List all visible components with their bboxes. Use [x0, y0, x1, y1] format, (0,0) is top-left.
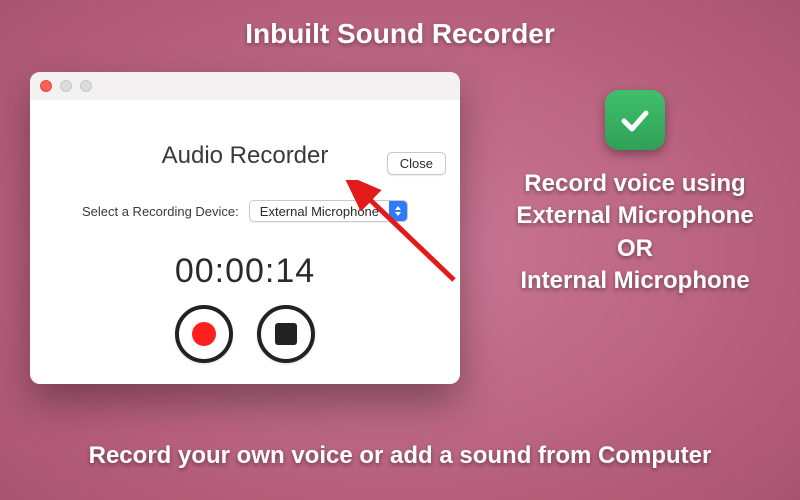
- record-icon: [192, 322, 216, 346]
- side-line-3: OR: [490, 233, 780, 265]
- stop-button[interactable]: [257, 305, 315, 363]
- promo-footline: Record your own voice or add a sound fro…: [0, 442, 800, 470]
- stop-icon: [275, 323, 297, 345]
- traffic-light-minimize-icon: [60, 80, 72, 92]
- timer-display: 00:00:14: [30, 252, 460, 291]
- window-titlebar: [30, 72, 460, 100]
- recorder-window: Close Audio Recorder Select a Recording …: [30, 72, 460, 384]
- window-body: Close Audio Recorder Select a Recording …: [30, 142, 460, 384]
- device-row: Select a Recording Device: External Micr…: [30, 200, 460, 222]
- promo-headline: Inbuilt Sound Recorder: [0, 18, 800, 50]
- transport-controls: [30, 305, 460, 363]
- side-line-4: Internal Microphone: [490, 265, 780, 297]
- promo-side-panel: Record voice using External Microphone O…: [490, 90, 780, 298]
- close-button[interactable]: Close: [387, 152, 446, 175]
- select-stepper-icon: [389, 201, 407, 221]
- side-line-2: External Microphone: [490, 200, 780, 232]
- side-line-1: Record voice using: [490, 168, 780, 200]
- device-select-value: External Microphone: [250, 201, 389, 221]
- traffic-light-zoom-icon: [80, 80, 92, 92]
- record-button[interactable]: [175, 305, 233, 363]
- check-badge-icon: [605, 90, 665, 150]
- device-select[interactable]: External Microphone: [249, 200, 408, 222]
- device-label: Select a Recording Device:: [82, 204, 239, 219]
- traffic-light-close-icon[interactable]: [40, 80, 52, 92]
- promo-side-text: Record voice using External Microphone O…: [490, 168, 780, 298]
